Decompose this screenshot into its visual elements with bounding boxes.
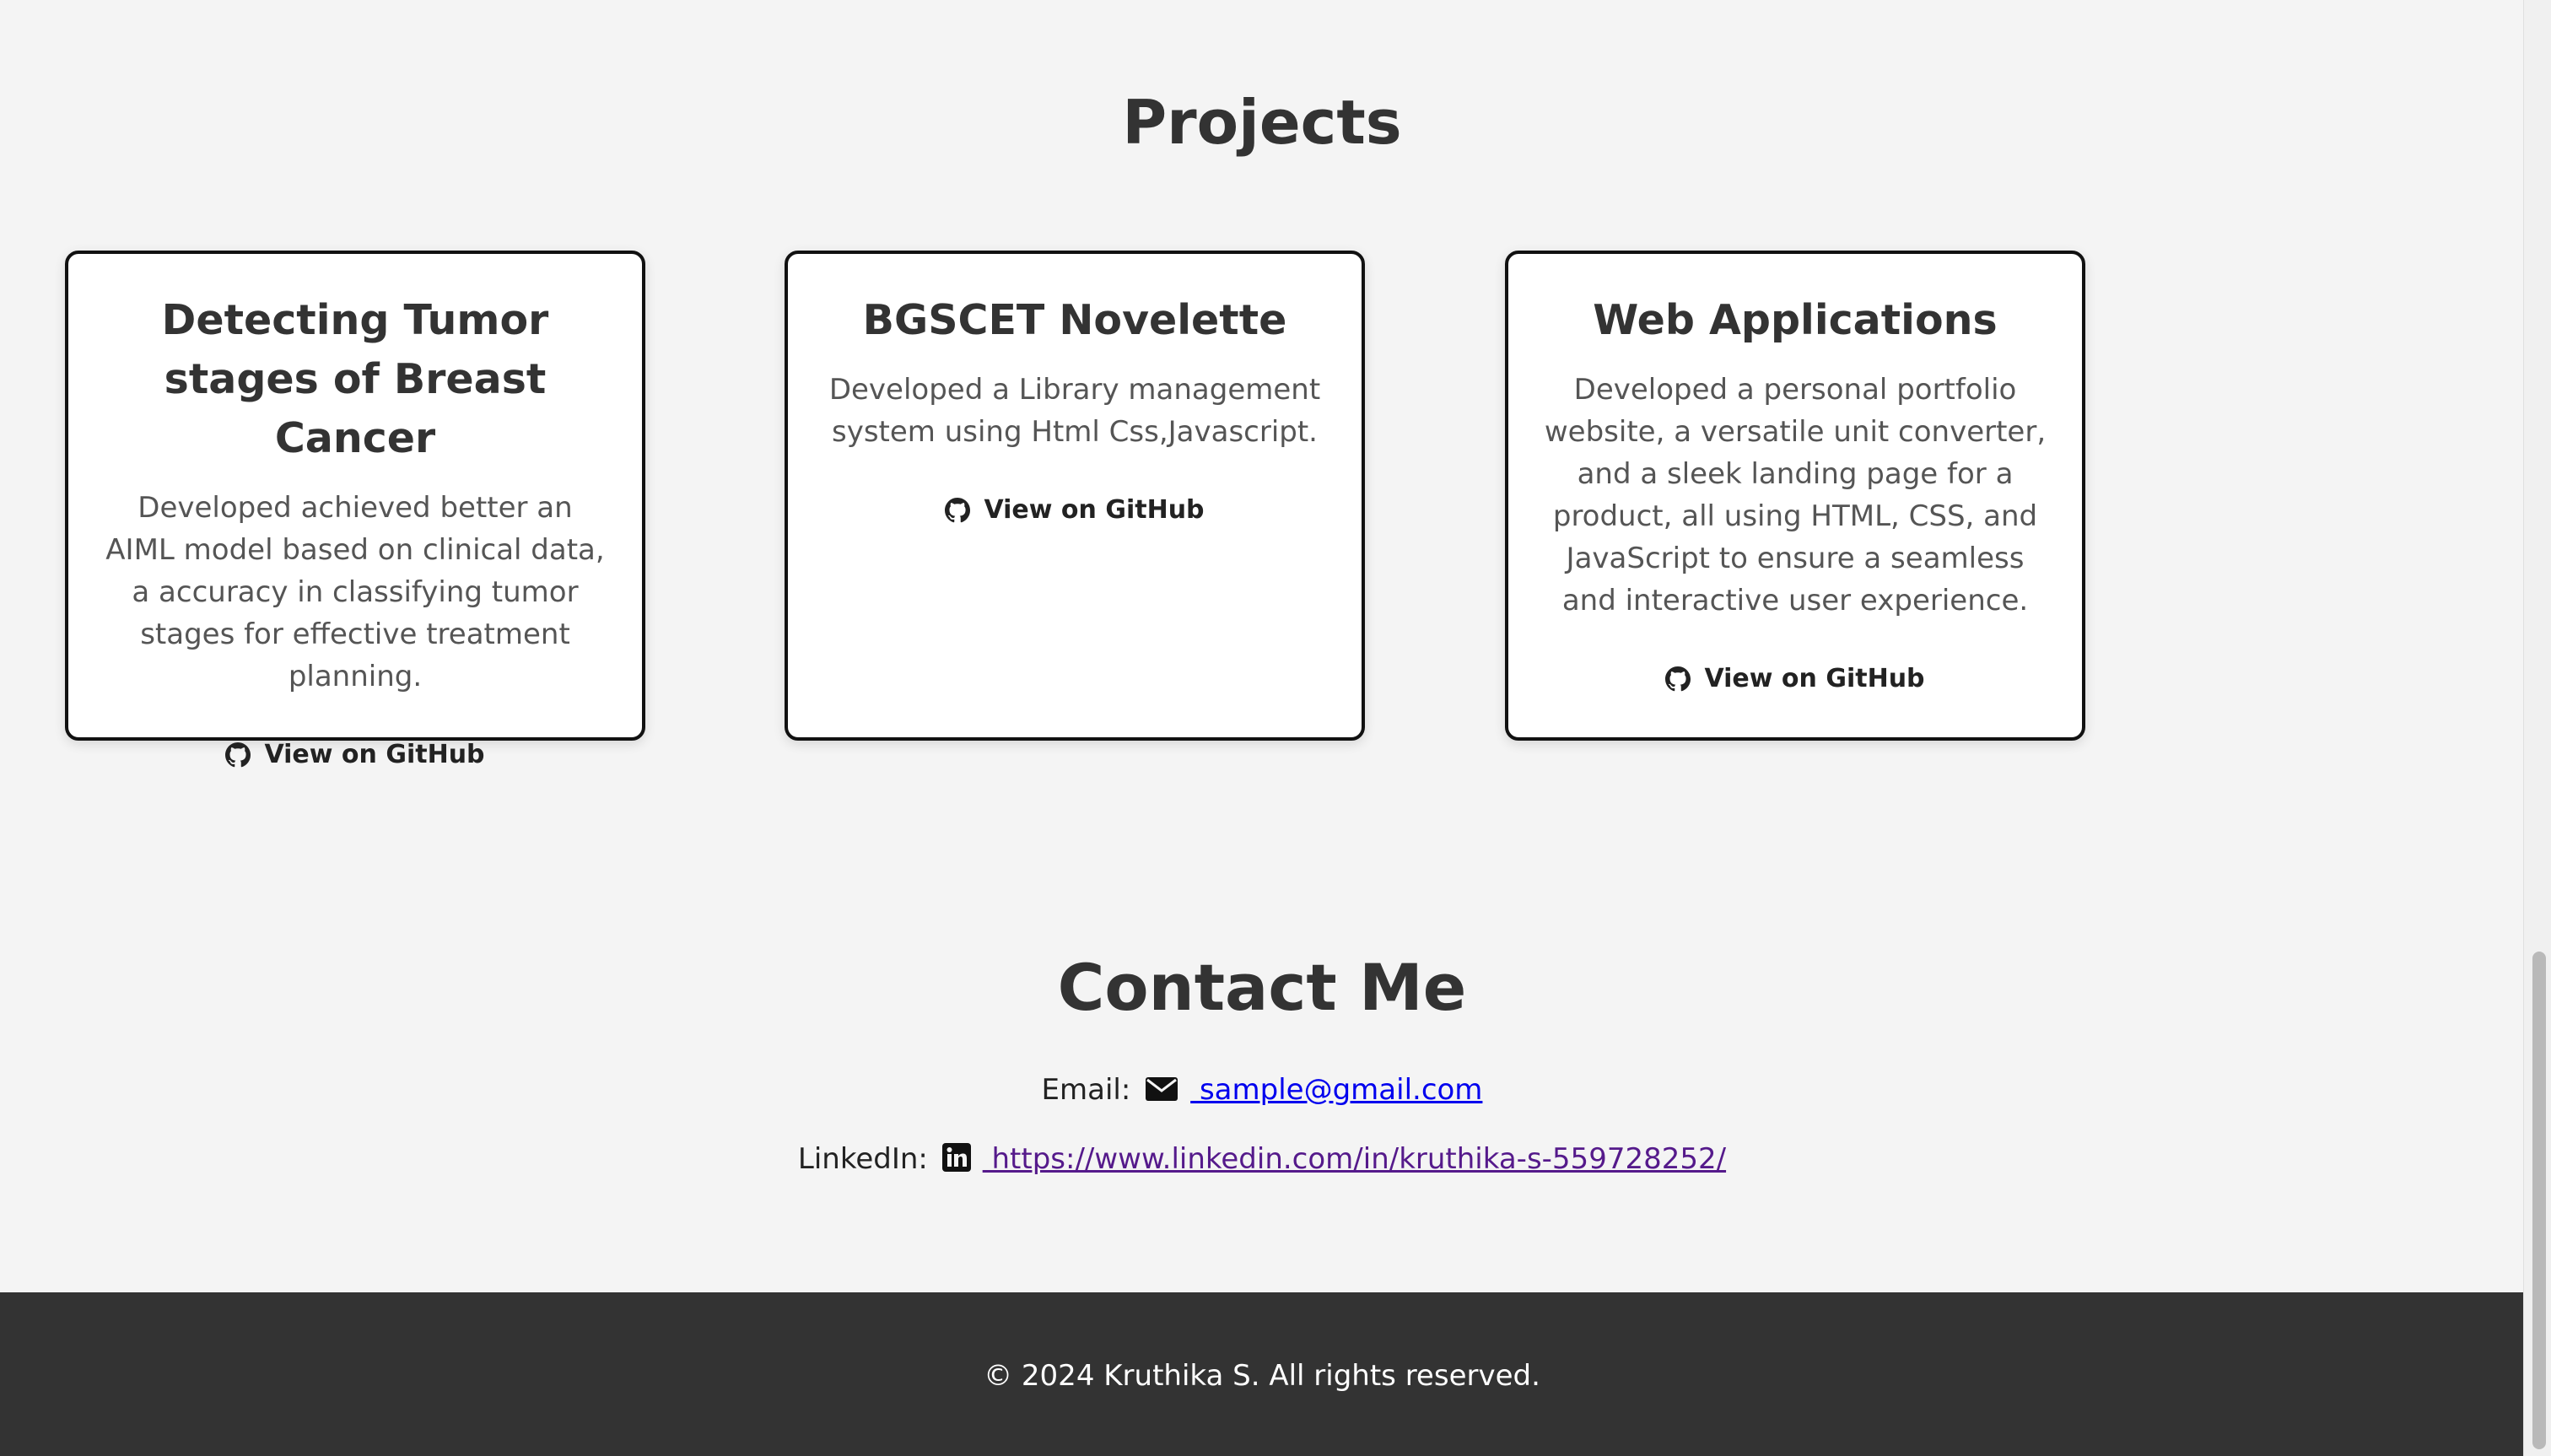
footer: © 2024 Kruthika S. All rights reserved.: [0, 1292, 2524, 1456]
github-link-label: View on GitHub: [984, 495, 1205, 525]
envelope-icon: [1145, 1072, 1178, 1114]
github-icon: [945, 497, 971, 523]
view-on-github-link[interactable]: View on GitHub: [1665, 664, 1925, 693]
view-on-github-link[interactable]: View on GitHub: [945, 495, 1205, 525]
project-title: Web Applications: [1593, 296, 1998, 344]
project-card: Web Applications Developed a personal po…: [1505, 251, 2085, 741]
project-description: Developed a personal portfolio website, …: [1544, 373, 2047, 617]
main-content: Projects Detecting Tumor stages of Breas…: [0, 0, 2524, 1456]
github-icon: [225, 741, 251, 768]
scrollbar-thumb[interactable]: [2532, 952, 2546, 1449]
project-description: Developed a Library management system us…: [828, 373, 1321, 449]
contact-linkedin-row: LinkedIn: https://www.linkedin.com/in/kr…: [0, 1138, 2524, 1184]
view-on-github-link[interactable]: View on GitHub: [225, 740, 485, 769]
projects-heading: Projects: [1122, 87, 1402, 158]
github-link-label: View on GitHub: [264, 740, 485, 769]
contact-heading: Contact Me: [1057, 950, 1467, 1025]
project-description: Developed achieved better an AIML model …: [105, 491, 605, 693]
linkedin-label: LinkedIn:: [797, 1142, 928, 1176]
footer-copyright: © 2024 Kruthika S. All rights reserved.: [984, 1359, 1540, 1393]
email-label: Email:: [1041, 1073, 1131, 1107]
project-title: Detecting Tumor stages of Breast Cancer: [161, 296, 549, 462]
project-title: BGSCET Novelette: [862, 296, 1287, 344]
linkedin-icon: [941, 1141, 971, 1184]
project-card: BGSCET Novelette Developed a Library man…: [785, 251, 1365, 741]
github-icon: [1665, 666, 1691, 692]
email-link[interactable]: sample@gmail.com: [1190, 1073, 1482, 1107]
contact-email-row: Email: sample@gmail.com: [0, 1069, 2524, 1114]
page: Projects Detecting Tumor stages of Breas…: [0, 0, 2551, 1456]
project-card: Detecting Tumor stages of Breast Cancer …: [65, 251, 645, 769]
github-link-label: View on GitHub: [1704, 664, 1925, 693]
linkedin-link[interactable]: https://www.linkedin.com/in/kruthika-s-5…: [983, 1142, 1726, 1176]
vertical-scrollbar[interactable]: [2523, 0, 2551, 1456]
